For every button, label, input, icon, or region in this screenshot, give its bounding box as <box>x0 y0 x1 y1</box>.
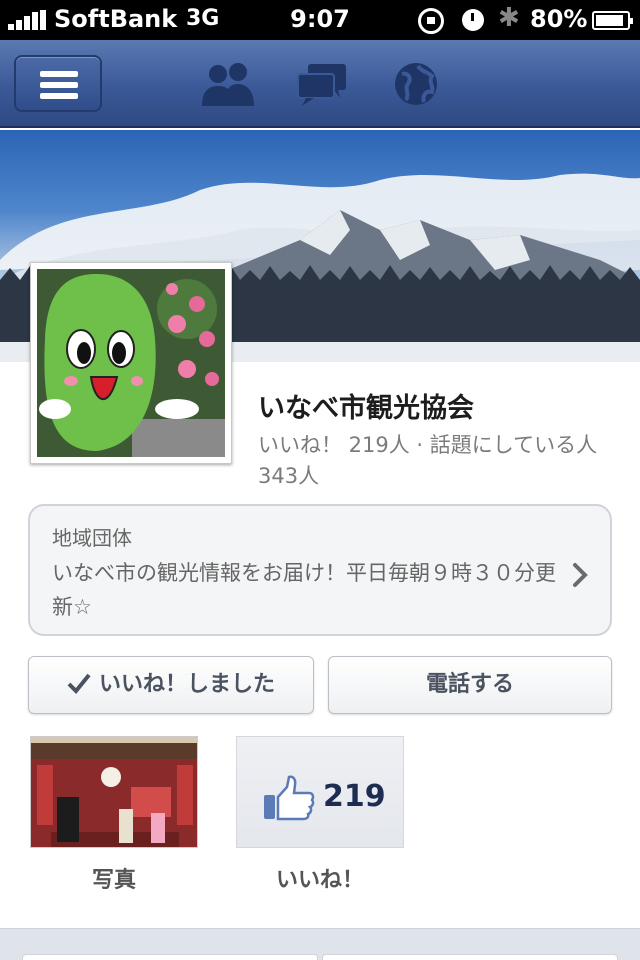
friends-icon[interactable] <box>200 60 256 108</box>
likes-label: いいね！ <box>275 868 364 893</box>
status-bar: SoftBank 3G 9:07 ✱ 80% <box>0 0 640 40</box>
page-stats: いいね！ 219人 · 話題にしている人343人 <box>258 433 598 488</box>
about-box[interactable]: 地域団体 いなべ市の観光情報をお届け！平日毎朝９時３０分更新☆ <box>28 504 612 636</box>
liked-button[interactable]: いいね！しました <box>28 656 314 714</box>
about-category: 地域団体 <box>52 526 132 550</box>
chevron-right-icon <box>573 563 588 587</box>
liked-button-label: いいね！しました <box>98 672 275 697</box>
call-button[interactable]: 電話する <box>328 656 612 714</box>
bluetooth-icon: ✱ <box>498 3 520 33</box>
likes-count: 219 <box>323 779 386 814</box>
messages-icon[interactable] <box>294 60 350 108</box>
notifications-icon[interactable] <box>388 60 444 108</box>
battery-percentage: 80% <box>530 5 588 33</box>
bottom-card-left <box>22 954 318 960</box>
menu-icon <box>40 71 78 77</box>
photos-label: 写真 <box>91 868 136 893</box>
orientation-lock-icon <box>418 8 444 34</box>
alarm-icon <box>462 9 484 31</box>
check-icon <box>67 673 91 694</box>
call-button-label: 電話する <box>425 672 514 697</box>
photos-tile[interactable] <box>30 736 198 848</box>
nav-bar <box>0 40 640 128</box>
page-title: いなべ市観光協会 <box>258 393 474 424</box>
bottom-card-right <box>322 954 618 960</box>
thumbs-up-icon <box>264 775 315 821</box>
menu-button[interactable] <box>14 55 102 112</box>
battery-icon <box>592 11 633 30</box>
likes-tile[interactable]: 219 <box>236 736 404 848</box>
about-description: いなべ市の観光情報をお届け！平日毎朝９時３０分更新☆ <box>52 561 556 619</box>
profile-picture[interactable] <box>30 262 232 464</box>
